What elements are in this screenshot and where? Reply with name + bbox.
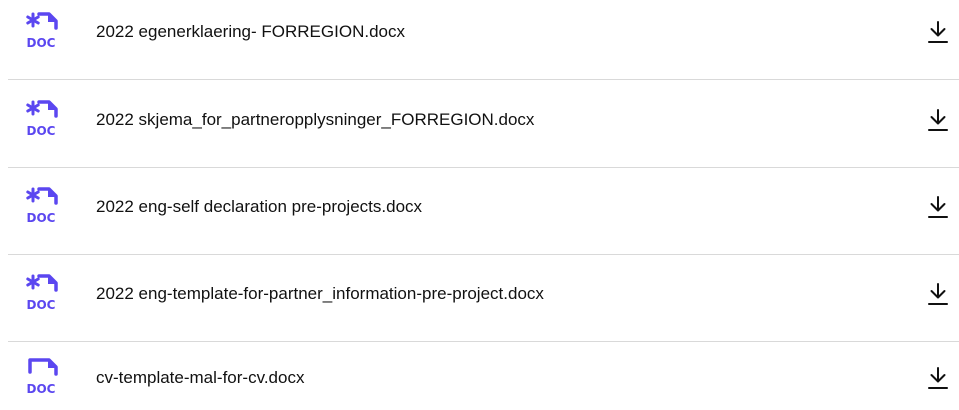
file-row: DOC 2022 eng-template-for-partner_inform… (0, 262, 959, 326)
file-row: DOC cv-template-mal-for-cv.docx (0, 346, 959, 410)
icon-label: DOC (27, 124, 56, 138)
doc-file-icon: DOC (27, 358, 58, 396)
download-icon[interactable] (926, 365, 950, 391)
file-name-link[interactable]: 2022 eng-self declaration pre-projects.d… (96, 197, 422, 217)
divider (8, 254, 959, 255)
doc-file-asterisk-icon: DOC (26, 100, 58, 138)
file-list: DOC 2022 egenerklaering- FORREGION.docx … (0, 0, 959, 396)
doc-file-asterisk-icon: DOC (26, 12, 58, 50)
file-row: DOC 2022 skjema_for_partneropplysninger_… (0, 88, 959, 152)
download-icon[interactable] (926, 19, 950, 45)
file-row: DOC 2022 eng-self declaration pre-projec… (0, 175, 959, 239)
icon-label: DOC (27, 36, 56, 50)
doc-file-asterisk-icon: DOC (26, 187, 58, 225)
icon-label: DOC (27, 298, 56, 312)
divider (8, 167, 959, 168)
file-name-link[interactable]: cv-template-mal-for-cv.docx (96, 368, 304, 388)
download-icon[interactable] (926, 281, 950, 307)
doc-file-asterisk-icon: DOC (26, 274, 58, 312)
download-icon[interactable] (926, 107, 950, 133)
file-name-link[interactable]: 2022 skjema_for_partneropplysninger_FORR… (96, 110, 534, 130)
file-row: DOC 2022 egenerklaering- FORREGION.docx (0, 0, 959, 64)
file-name-link[interactable]: 2022 eng-template-for-partner_informatio… (96, 284, 544, 304)
file-name-link[interactable]: 2022 egenerklaering- FORREGION.docx (96, 22, 405, 42)
icon-label: DOC (27, 382, 56, 396)
icon-label: DOC (27, 211, 56, 225)
download-icon[interactable] (926, 194, 950, 220)
divider (8, 79, 959, 80)
divider (8, 341, 959, 342)
